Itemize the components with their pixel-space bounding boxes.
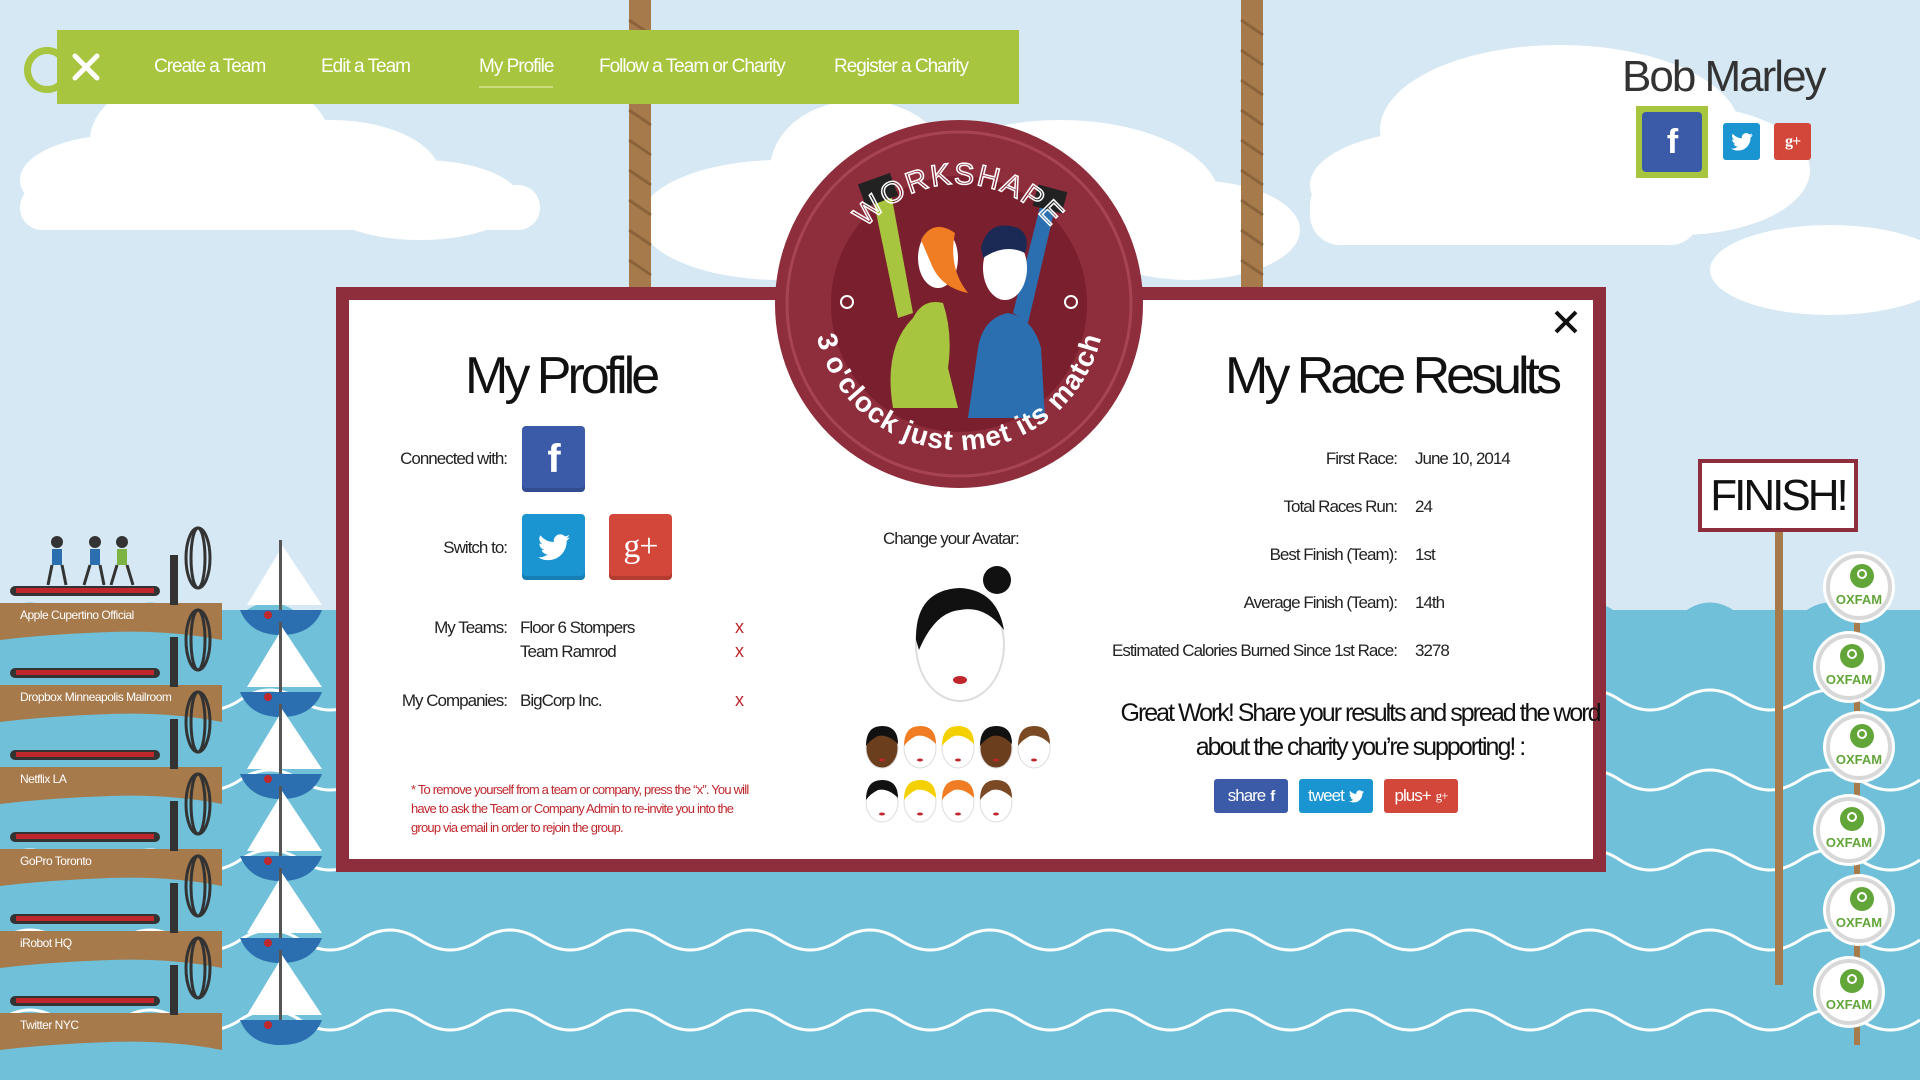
avatar-option[interactable] — [979, 726, 1013, 769]
connected-label: Connected with: — [400, 449, 508, 468]
nav-create-team[interactable]: Create a Team — [154, 30, 266, 104]
remove-team-button[interactable]: x — [735, 617, 744, 638]
connected-facebook-button[interactable]: f — [522, 426, 585, 492]
oxfam-logo-icon — [1850, 887, 1874, 911]
charity-badge[interactable]: OXFAM — [1826, 714, 1892, 780]
workshape-logo: WORKSHAPE 3 o'clock just met its match — [775, 120, 1143, 488]
remove-instructions-note: * To remove yourself from a team or comp… — [411, 782, 749, 835]
companies-label: My Companies: — [401, 691, 508, 710]
teams-label: My Teams: — [434, 618, 508, 637]
dock-label: Netflix LA — [20, 772, 67, 786]
charity-name: OXFAM — [1835, 915, 1883, 930]
share-button-label: tweet — [1308, 786, 1345, 805]
team-name: Floor 6 Stompers — [520, 618, 635, 637]
twitter-icon — [1348, 789, 1364, 802]
avatar-option[interactable] — [941, 780, 975, 823]
oxfam-logo-icon — [1850, 564, 1874, 588]
dock-label: Dropbox Minneapolis Mailroom — [20, 690, 172, 704]
modal-close-button[interactable] — [1548, 304, 1584, 340]
result-label: Estimated Calories Burned Since 1st Race… — [1112, 641, 1398, 660]
share-facebook-button[interactable]: share f — [1214, 779, 1288, 813]
avatar-option[interactable] — [865, 726, 899, 769]
avatar-option[interactable] — [979, 780, 1013, 823]
nav-my-profile[interactable]: My Profile — [479, 30, 554, 104]
avatar-option[interactable] — [903, 780, 937, 823]
switch-label: Switch to: — [443, 538, 508, 557]
charity-badge[interactable]: OXFAM — [1816, 959, 1882, 1025]
oxfam-logo-icon — [1840, 807, 1864, 831]
google-plus-icon: g+ — [1784, 132, 1801, 150]
result-label: Total Races Run: — [1283, 497, 1398, 516]
oxfam-logo-icon — [1850, 724, 1874, 748]
result-value: 24 — [1415, 497, 1433, 516]
result-label: Best Finish (Team): — [1269, 545, 1398, 564]
nav-follow-team-or-charity[interactable]: Follow a Team or Charity — [599, 30, 786, 104]
share-button-label: share — [1227, 786, 1267, 805]
result-label: First Race: — [1325, 449, 1398, 468]
avatar-options[interactable] — [862, 722, 1058, 828]
nav-close-button[interactable] — [57, 30, 115, 104]
rope-right — [1241, 0, 1263, 290]
google-plus-button[interactable]: g+ — [1774, 123, 1811, 160]
facebook-icon: f — [547, 436, 560, 481]
avatar-option[interactable] — [865, 780, 899, 823]
charity-badge[interactable]: OXFAM — [1816, 797, 1882, 863]
avatar-option[interactable] — [903, 726, 937, 769]
facebook-button[interactable]: f — [1642, 112, 1702, 172]
current-avatar — [915, 566, 1011, 702]
google-plus-icon: g+ — [1435, 788, 1449, 803]
result-value: 1st — [1415, 545, 1436, 564]
avatar-title: Change your Avatar: — [883, 529, 1020, 548]
result-value: 14th — [1415, 593, 1445, 612]
finish-post — [1775, 525, 1783, 985]
share-google-plus-button[interactable]: plus+ g+ — [1384, 779, 1458, 813]
dock-label: GoPro Toronto — [20, 854, 92, 868]
team-name: Team Ramrod — [520, 642, 617, 661]
switch-twitter-button[interactable] — [522, 514, 585, 580]
charity-name: OXFAM — [1825, 672, 1873, 687]
switch-google-plus-button[interactable]: g+ — [609, 514, 672, 580]
close-icon — [72, 53, 100, 81]
nav-register-charity[interactable]: Register a Charity — [834, 30, 969, 104]
charity-name: OXFAM — [1835, 752, 1883, 767]
share-button-label: plus+ — [1394, 786, 1432, 805]
twitter-button[interactable] — [1723, 123, 1760, 160]
oxfam-logo-icon — [1840, 644, 1864, 668]
top-nav-bar: Create a Team Edit a Team My Profile Fol… — [57, 30, 1019, 104]
facebook-icon: f — [1666, 122, 1678, 161]
remove-team-button[interactable]: x — [735, 641, 744, 662]
remove-company-button[interactable]: x — [735, 690, 744, 711]
oxfam-logo-icon — [1840, 969, 1864, 993]
charity-badge[interactable]: OXFAM — [1826, 877, 1892, 943]
google-plus-icon: g+ — [623, 528, 658, 565]
nav-edit-team[interactable]: Edit a Team — [321, 30, 411, 104]
charity-name: OXFAM — [1835, 592, 1883, 607]
charity-name: OXFAM — [1825, 835, 1873, 850]
profile-title: My Profile — [465, 347, 660, 405]
twitter-icon — [537, 533, 570, 560]
avatar-option[interactable] — [1017, 726, 1051, 769]
share-prompt: Great Work! Share your results and sprea… — [1120, 699, 1602, 761]
share-twitter-button[interactable]: tweet — [1299, 779, 1373, 813]
user-name: Bob Marley — [1622, 52, 1827, 101]
dock-label: Twitter NYC — [20, 1018, 79, 1032]
charity-badge[interactable]: OXFAM — [1826, 554, 1892, 620]
company-name: BigCorp Inc. — [520, 691, 603, 710]
charity-badge[interactable]: OXFAM — [1816, 634, 1882, 700]
result-label: Average Finish (Team): — [1243, 593, 1398, 612]
results-title: My Race Results — [1225, 347, 1562, 405]
dock-label: iRobot HQ — [20, 936, 72, 950]
twitter-icon — [1730, 132, 1753, 151]
dock-label: Apple Cupertino Official — [20, 608, 134, 622]
result-value: 3278 — [1415, 641, 1450, 660]
result-value: June 10, 2014 — [1415, 449, 1511, 468]
charity-name: OXFAM — [1825, 997, 1873, 1012]
finish-sign: FINISH! — [1698, 459, 1858, 532]
close-icon — [1554, 310, 1578, 334]
avatar-option[interactable] — [941, 726, 975, 769]
facebook-icon: f — [1270, 787, 1275, 805]
